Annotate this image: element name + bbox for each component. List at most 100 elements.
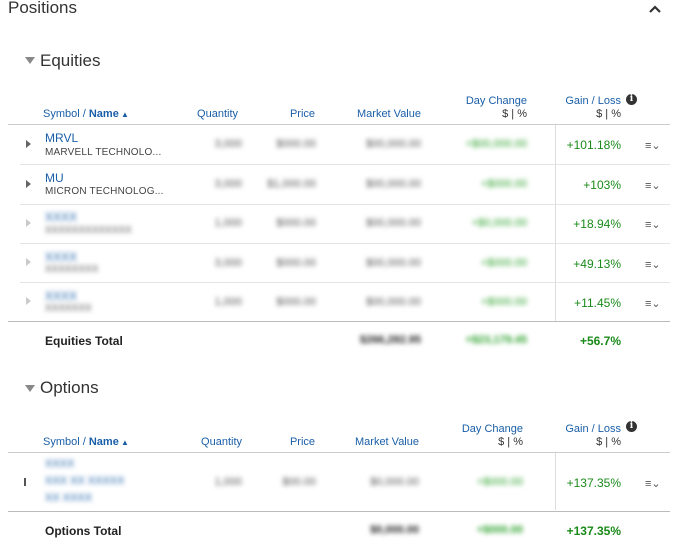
price-header[interactable]: Price <box>260 436 315 448</box>
expand-row-icon[interactable] <box>26 140 31 148</box>
price-value: $1,000.00 <box>267 178 316 190</box>
row-menu-icon[interactable]: ≡⌄ <box>645 218 661 231</box>
market-value-header[interactable]: Market Value <box>340 108 421 120</box>
day-change-value: +$000.00 <box>476 476 523 488</box>
gain-loss-header[interactable]: Gain / Loss <box>540 423 621 435</box>
options-total-market-value: $0,000.00 <box>370 524 419 536</box>
company-name: MICRON TECHNOLOG... <box>45 186 164 197</box>
gain-loss-percent: +137.35% <box>566 476 621 490</box>
day-change-subheader: $ | % <box>498 436 523 448</box>
equities-section-title: Equities <box>40 51 101 70</box>
options-total-gain-loss: +137.35% <box>566 524 621 538</box>
market-value: $00,000.00 <box>365 138 421 150</box>
day-change-subheader: $ | % <box>502 108 527 120</box>
market-value: $00,000.00 <box>365 217 421 229</box>
row-divider <box>20 282 670 283</box>
equities-total-day-change: +$23,179.45 <box>465 334 527 346</box>
option-description: XXX XX XXXXX <box>45 475 125 487</box>
symbol-name-header[interactable]: Symbol / Name ▲ <box>43 108 129 120</box>
quantity-value: 1,000 <box>214 476 242 488</box>
row-menu-icon[interactable]: ≡⌄ <box>645 297 661 310</box>
price-value: $00.00 <box>282 476 316 488</box>
quantity-value: 1,000 <box>214 217 242 229</box>
symbol-link[interactable]: MU <box>45 171 64 185</box>
company-name: XXXXXXXXXXXXX <box>45 225 132 236</box>
name-header-label: Name <box>88 108 119 120</box>
options-toggle-icon[interactable] <box>25 385 35 392</box>
gain-loss-percent: +103% <box>583 178 621 192</box>
company-name: MARVELL TECHNOLO... <box>45 147 162 158</box>
symbol-header-label: Symbol / <box>43 108 89 120</box>
option-detail: XX XXXX <box>45 492 93 504</box>
expand-row-icon[interactable] <box>26 180 31 188</box>
equities-total-market-value: $266,282.95 <box>359 334 421 346</box>
day-change-header[interactable]: Day Change <box>440 95 527 107</box>
equities-total-gain-loss: +56.7% <box>579 334 621 348</box>
market-value: $0,000.00 <box>370 476 419 488</box>
symbol-link[interactable]: XXXX <box>45 289 77 303</box>
company-name: XXXXXXX <box>45 303 92 314</box>
symbol-name-header[interactable]: Symbol / Name ▲ <box>43 436 129 448</box>
day-change-value: +$000.00 <box>480 257 527 269</box>
quantity-value: 3,000 <box>214 138 242 150</box>
price-value: $000.00 <box>276 296 316 308</box>
row-menu-icon[interactable]: ≡⌄ <box>645 477 661 490</box>
price-header[interactable]: Price <box>260 108 315 120</box>
sort-asc-icon: ▲ <box>118 438 129 447</box>
symbol-link[interactable]: XXXX <box>45 458 74 470</box>
row-menu-icon[interactable]: ≡⌄ <box>645 139 661 152</box>
total-divider <box>8 511 670 512</box>
expand-row-icon[interactable] <box>24 478 26 486</box>
market-value: $00,000.00 <box>365 257 421 269</box>
quantity-header[interactable]: Quantity <box>180 436 242 448</box>
options-total-day-change: +$000.00 <box>476 524 523 536</box>
equities-total-label: Equities Total <box>45 334 123 348</box>
chevron-up-icon[interactable] <box>648 4 662 14</box>
page-title: Positions <box>8 0 77 17</box>
market-value-header[interactable]: Market Value <box>338 436 419 448</box>
row-divider <box>20 204 670 205</box>
equities-toggle-icon[interactable] <box>25 57 35 64</box>
sort-asc-icon: ▲ <box>118 110 129 119</box>
symbol-link[interactable]: XXXX <box>45 250 77 264</box>
header-divider <box>8 124 670 125</box>
day-change-header[interactable]: Day Change <box>436 423 523 435</box>
quantity-value: 3,000 <box>214 257 242 269</box>
price-value: $000.00 <box>276 138 316 150</box>
row-divider <box>20 164 670 165</box>
row-divider <box>20 243 670 244</box>
market-value: $00,000.00 <box>365 178 421 190</box>
quantity-header[interactable]: Quantity <box>180 108 238 120</box>
day-change-value: +$000.00 <box>480 296 527 308</box>
company-name: XXXXXXXX <box>45 264 99 275</box>
gain-loss-percent: +18.94% <box>573 217 621 231</box>
gain-loss-percent: +49.13% <box>573 257 621 271</box>
row-menu-icon[interactable]: ≡⌄ <box>645 179 661 192</box>
quantity-value: 1,000 <box>214 296 242 308</box>
options-section-title: Options <box>40 378 99 397</box>
row-menu-icon[interactable]: ≡⌄ <box>645 258 661 271</box>
header-divider <box>8 452 670 453</box>
price-value: $000.00 <box>276 217 316 229</box>
gain-loss-percent: +11.45% <box>574 296 621 310</box>
total-divider <box>8 321 670 322</box>
gain-loss-percent: +101.18% <box>566 138 621 152</box>
symbol-link[interactable]: XXXX <box>45 210 77 224</box>
day-change-value: +$00,000.00 <box>465 138 527 150</box>
day-change-value: +$0,000.00 <box>471 217 527 229</box>
day-change-value: +$000.00 <box>480 178 527 190</box>
expand-row-icon[interactable] <box>26 297 31 305</box>
info-icon[interactable]: i <box>626 94 637 105</box>
name-header-label: Name <box>88 436 119 448</box>
expand-row-icon[interactable] <box>26 258 31 266</box>
market-value: $00,000.00 <box>365 296 421 308</box>
gain-loss-subheader: $ | % <box>596 108 621 120</box>
quantity-value: 3,000 <box>214 178 242 190</box>
expand-row-icon[interactable] <box>26 219 31 227</box>
info-icon[interactable]: i <box>626 421 637 432</box>
gain-loss-subheader: $ | % <box>596 436 621 448</box>
gain-loss-header[interactable]: Gain / Loss <box>540 95 621 107</box>
options-total-label: Options Total <box>45 524 122 538</box>
symbol-link[interactable]: MRVL <box>45 131 78 145</box>
symbol-header-label: Symbol / <box>43 436 89 448</box>
